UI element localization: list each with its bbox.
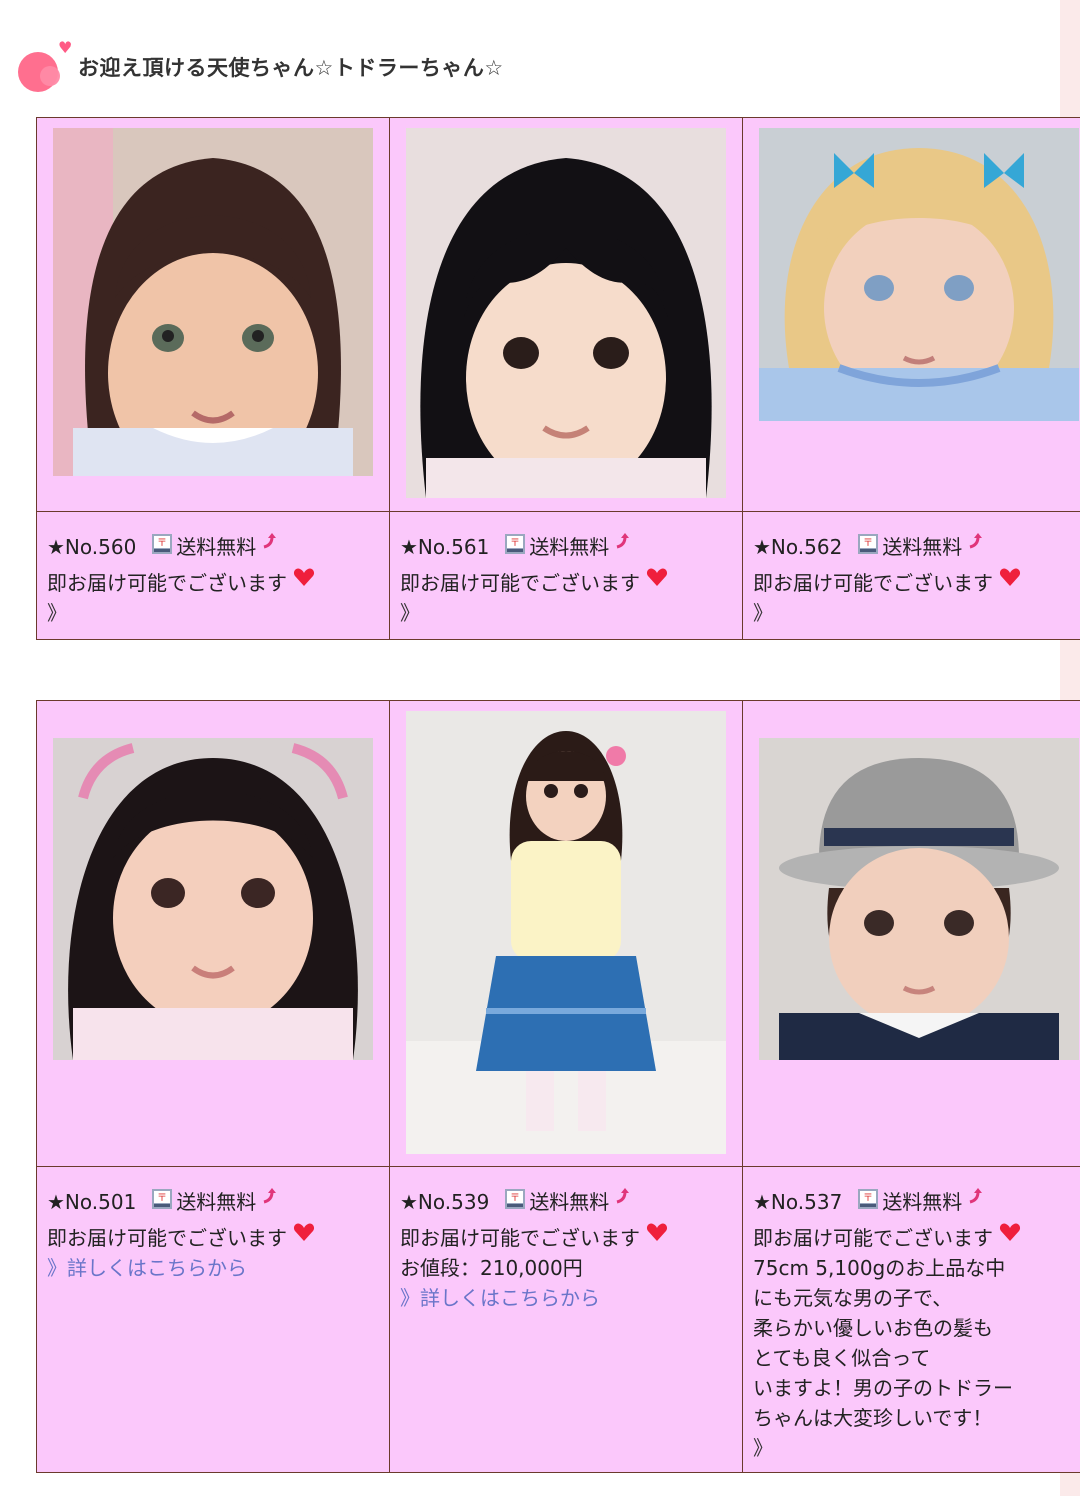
red-heart-icon	[646, 568, 668, 586]
details-link[interactable]: 》	[753, 598, 1080, 628]
product-number: ★No.537	[753, 1190, 843, 1214]
availability-text: 即お届け可能でございます	[753, 1226, 993, 1250]
svg-text:〒: 〒	[510, 538, 520, 549]
product-grid-2: ★No.501 〒 送料無料 即お届け可能でございます 》詳しくはこちらから ★…	[36, 700, 1080, 1473]
product-info-cell: ★No.501 〒 送料無料 即お届け可能でございます 》詳しくはこちらから	[36, 1167, 389, 1472]
pink-bubbles-icon: ♥	[18, 38, 76, 92]
availability-text: 即お届け可能でございます	[753, 571, 993, 595]
availability-text: 即お届け可能でございます	[400, 571, 640, 595]
product-number: ★No.562	[753, 535, 843, 559]
pink-arrow-icon	[969, 533, 983, 549]
details-link[interactable]: 》詳しくはこちらから	[400, 1283, 734, 1313]
details-link[interactable]: 》詳しくはこちらから	[47, 1253, 381, 1283]
product-grid-1: ★No.560 〒 送料無料 即お届け可能でございます 》 ★No.561 〒 …	[36, 117, 1080, 640]
product-info-cell: ★No.561 〒 送料無料 即お届け可能でございます 》	[389, 512, 742, 639]
details-link[interactable]: 》	[753, 1433, 1080, 1463]
product-image-cell	[389, 701, 742, 1166]
doll-photo-539[interactable]	[406, 711, 726, 1154]
availability-text: 即お届け可能でございます	[47, 1226, 287, 1250]
svg-text:〒: 〒	[863, 1193, 873, 1204]
post-truck-icon: 〒	[152, 534, 173, 554]
product-image-cell	[742, 118, 1080, 511]
product-number: ★No.560	[47, 535, 137, 559]
red-heart-icon	[999, 1223, 1021, 1241]
svg-text:〒: 〒	[157, 538, 167, 549]
details-link[interactable]: 》	[47, 598, 381, 628]
pink-arrow-icon	[969, 1188, 983, 1204]
availability-text: 即お届け可能でございます	[47, 571, 287, 595]
price-text: お値段：210,000円	[400, 1256, 583, 1280]
product-info-cell: ★No.560 〒 送料無料 即お届け可能でございます 》	[36, 512, 389, 639]
shipping-free-label: 送料無料	[176, 535, 257, 559]
description-text: 75cm 5,100gのお上品な中 にも元気な男の子で、 柔らかい優しいお色の髪…	[753, 1256, 1013, 1430]
availability-text: 即お届け可能でございます	[400, 1226, 640, 1250]
section-header: ♥ お迎え頂ける天使ちゃん☆トドラーちゃん☆	[18, 38, 504, 92]
post-truck-icon: 〒	[152, 1189, 173, 1209]
shipping-free-label: 送料無料	[882, 1190, 963, 1214]
product-image-cell	[36, 118, 389, 511]
section-title: お迎え頂ける天使ちゃん☆トドラーちゃん☆	[78, 56, 504, 80]
product-info-cell: ★No.562 〒 送料無料 即お届け可能でございます 》	[742, 512, 1080, 639]
product-info-cell: ★No.539 〒 送料無料 即お届け可能でございます お値段：210,000円…	[389, 1167, 742, 1472]
product-image-cell	[389, 118, 742, 511]
post-truck-icon: 〒	[858, 534, 879, 554]
product-number: ★No.539	[400, 1190, 490, 1214]
post-truck-icon: 〒	[505, 1189, 526, 1209]
product-number: ★No.561	[400, 535, 490, 559]
svg-text:〒: 〒	[863, 538, 873, 549]
product-number: ★No.501	[47, 1190, 137, 1214]
red-heart-icon	[293, 568, 315, 586]
svg-text:〒: 〒	[157, 1193, 167, 1204]
post-truck-icon: 〒	[858, 1189, 879, 1209]
details-link[interactable]: 》	[400, 598, 734, 628]
pink-arrow-icon	[263, 1188, 277, 1204]
svg-text:〒: 〒	[510, 1193, 520, 1204]
doll-photo-537[interactable]	[759, 738, 1079, 1060]
shipping-free-label: 送料無料	[176, 1190, 257, 1214]
doll-photo-560[interactable]	[53, 128, 373, 476]
shipping-free-label: 送料無料	[529, 535, 610, 559]
doll-photo-562[interactable]	[759, 128, 1079, 421]
pink-arrow-icon	[616, 1188, 630, 1204]
shipping-free-label: 送料無料	[882, 535, 963, 559]
doll-photo-561[interactable]	[406, 128, 726, 498]
product-image-cell	[742, 701, 1080, 1166]
pink-arrow-icon	[263, 533, 277, 549]
shipping-free-label: 送料無料	[529, 1190, 610, 1214]
red-heart-icon	[646, 1223, 668, 1241]
red-heart-icon	[293, 1223, 315, 1241]
post-truck-icon: 〒	[505, 534, 526, 554]
pink-arrow-icon	[616, 533, 630, 549]
product-image-cell	[36, 701, 389, 1166]
product-info-cell: ★No.537 〒 送料無料 即お届け可能でございます 75cm 5,100gの…	[742, 1167, 1080, 1472]
red-heart-icon	[999, 568, 1021, 586]
doll-photo-501[interactable]	[53, 738, 373, 1060]
